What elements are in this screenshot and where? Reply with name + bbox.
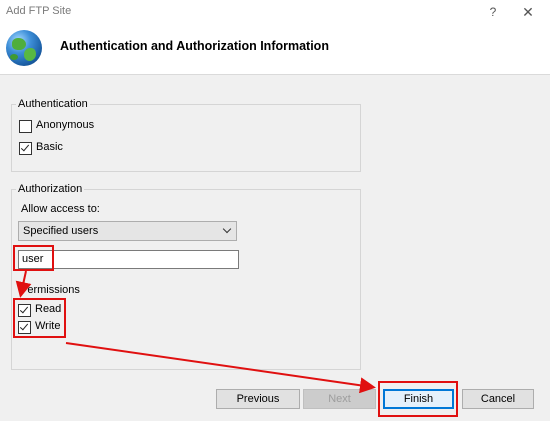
annotation-arrows bbox=[15, 270, 376, 394]
annotation-arrow-user-to-permissions bbox=[15, 270, 32, 298]
annotation-arrow-permissions-to-finish bbox=[65, 342, 376, 394]
